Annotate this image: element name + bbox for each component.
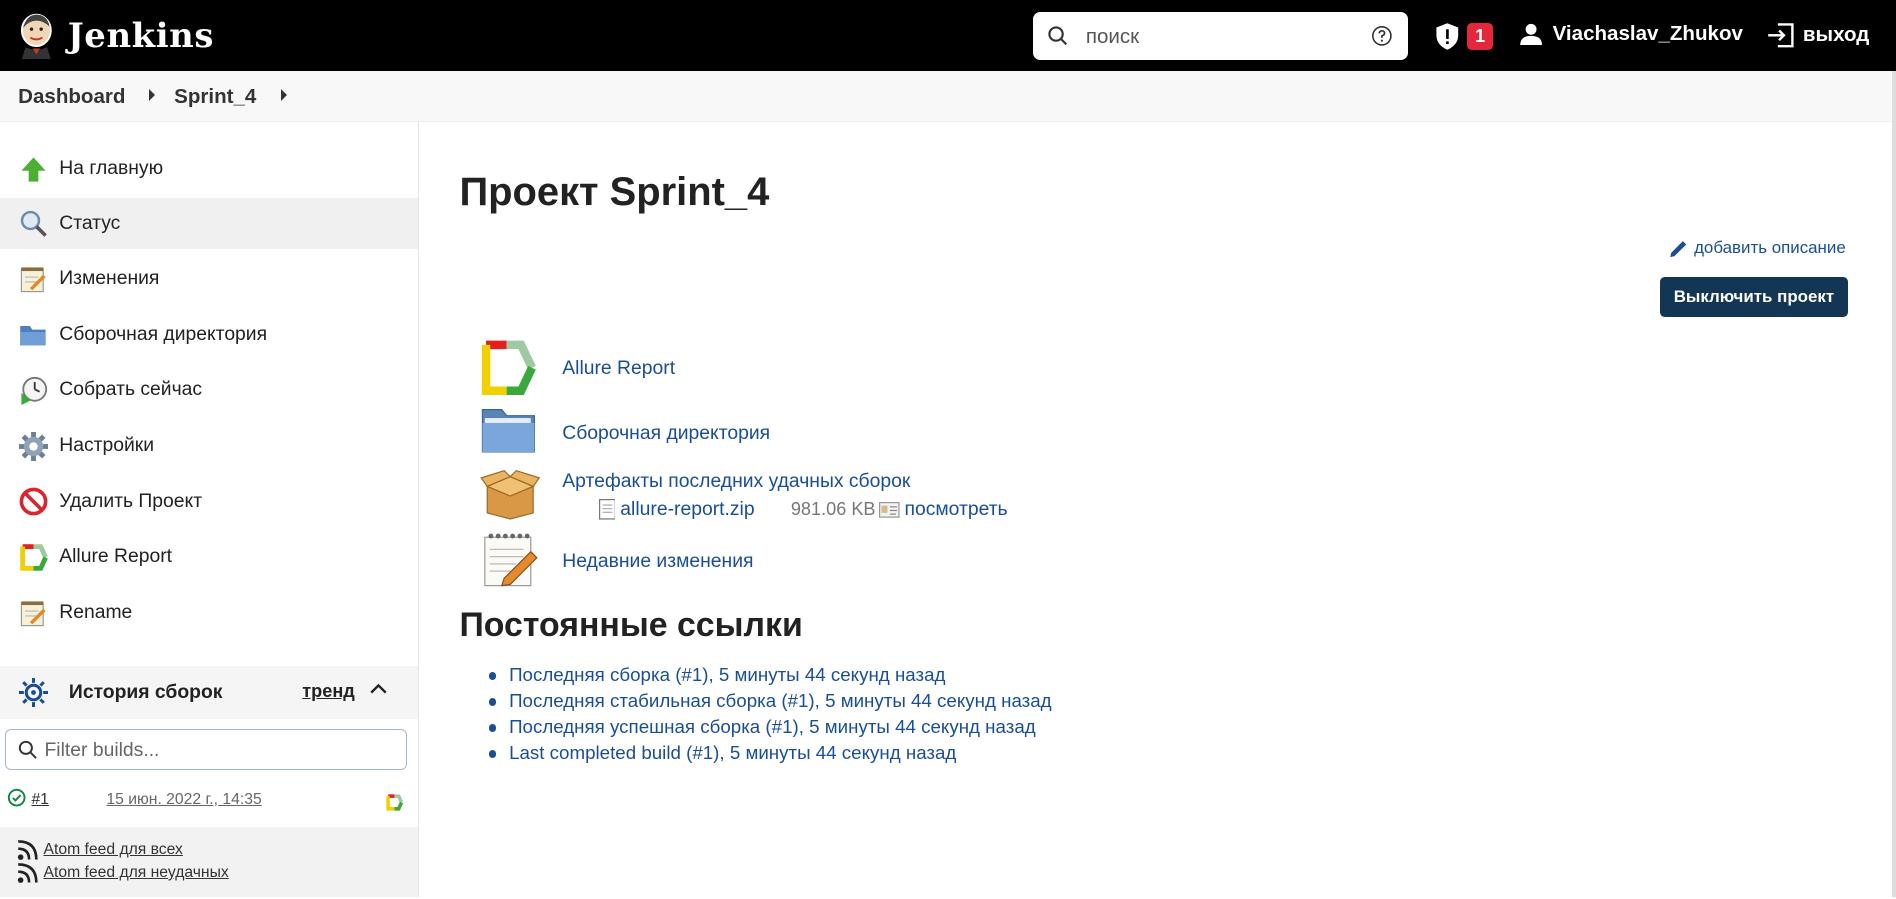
clock-build-icon — [21, 376, 48, 406]
success-check-icon — [8, 789, 26, 807]
recent-changes-link[interactable]: Недавние изменения — [562, 550, 753, 573]
filter-builds-box[interactable] — [4, 729, 408, 771]
build-history-title: История сборок — [68, 680, 223, 703]
atom-feed-failed[interactable]: Atom feed для неудачных — [17, 862, 229, 884]
sidebar-item-label: Rename — [59, 600, 133, 623]
top-header: Jenkins 1 Viachaslav_Zhu — [0, 0, 1896, 72]
folder-icon — [20, 326, 46, 346]
sidebar-item-build-now[interactable]: Собрать сейчас — [0, 365, 418, 416]
disable-project-button[interactable]: Выключить проект — [1660, 276, 1848, 317]
sidebar-item-status[interactable]: Статус — [0, 198, 419, 250]
permalink-last-build[interactable]: Последняя сборка (#1), 5 минуты 44 секун… — [488, 664, 1052, 690]
rss-icon — [17, 840, 38, 861]
allure-icon — [20, 544, 49, 571]
sidebar: На главную Статус Изменения Сборочная ди… — [0, 120, 420, 898]
permalink-last-successful[interactable]: Последняя успешная сборка (#1), 5 минуты… — [488, 716, 1052, 742]
sidebar-item-label: Удалить Проект — [59, 489, 203, 512]
security-shield-icon[interactable] — [1434, 22, 1461, 51]
chevron-up-icon[interactable] — [370, 683, 387, 695]
breadcrumb-dashboard[interactable]: Dashboard — [18, 85, 125, 109]
sidebar-item-label: Сборочная директория — [59, 322, 268, 345]
breadcrumb-chevron-icon[interactable] — [280, 89, 287, 102]
username[interactable]: Viachaslav_Zhukov — [1553, 22, 1743, 46]
sidebar-item-workspace[interactable]: Сборочная директория — [0, 310, 418, 361]
build-history-header: История сборок тренд — [0, 666, 419, 720]
artifact-view-link[interactable]: посмотреть — [905, 498, 1008, 521]
sidebar-item-changes[interactable]: Изменения — [0, 254, 418, 305]
sidebar-item-delete[interactable]: Удалить Проект — [0, 476, 418, 527]
breadcrumb-project[interactable]: Sprint_4 — [174, 85, 256, 109]
sidebar-item-home[interactable]: На главную — [0, 144, 418, 195]
search-input[interactable] — [1083, 21, 1355, 54]
jenkins-butler-icon — [20, 13, 52, 60]
gear-icon — [19, 431, 49, 461]
add-description-label[interactable]: добавить описание — [1694, 238, 1846, 258]
pencil-icon — [1669, 240, 1686, 257]
search-icon — [1048, 26, 1068, 46]
atom-feed-all-label[interactable]: Atom feed для всех — [44, 841, 183, 859]
trend-link[interactable]: тренд — [302, 681, 354, 702]
notepad-icon[interactable] — [480, 530, 538, 588]
build-row: #1 15 июн. 2022 г., 14:35 — [0, 782, 418, 826]
atom-feed-all[interactable]: Atom feed для всех — [17, 839, 183, 861]
sidebar-item-label: Изменения — [59, 267, 160, 290]
sidebar-item-label: Настройки — [59, 434, 155, 457]
file-icon — [598, 499, 616, 520]
artifact-entry: allure-report.zip 981.06 KB посмотреть — [598, 498, 1008, 521]
sidebar-item-label: На главную — [59, 157, 164, 180]
allure-icon[interactable] — [480, 340, 538, 396]
breadcrumb: Dashboard Sprint_4 — [0, 71, 1896, 122]
artifacts-link[interactable]: Артефакты последних удачных сборок — [562, 470, 910, 493]
help-icon[interactable] — [1371, 25, 1393, 47]
build-date-link[interactable]: 15 июн. 2022 г., 14:35 — [106, 791, 261, 809]
sidebar-item-label: Allure Report — [59, 545, 173, 568]
rss-icon — [17, 863, 38, 884]
logout-link[interactable]: выход — [1767, 22, 1869, 49]
search-icon — [18, 740, 37, 759]
permalink-last-completed[interactable]: Last completed build (#1), 5 минуты 44 с… — [488, 742, 1052, 768]
logout-label[interactable]: выход — [1803, 23, 1869, 47]
logout-icon — [1767, 22, 1794, 48]
atom-feed-failed-label[interactable]: Atom feed для неудачных — [44, 864, 229, 882]
filter-builds-input[interactable] — [42, 737, 398, 763]
build-history-icon — [19, 678, 49, 708]
arrow-up-icon — [21, 157, 46, 182]
search-icon — [21, 210, 48, 238]
user-menu[interactable]: Viachaslav_Zhukov — [1519, 22, 1743, 46]
artifact-file-size: 981.06 KB — [790, 499, 876, 520]
workspace-link[interactable]: Сборочная директория — [562, 422, 770, 445]
sidebar-item-settings[interactable]: Настройки — [0, 421, 418, 472]
build-number-link[interactable]: #1 — [31, 791, 48, 809]
allure-report-link[interactable]: Allure Report — [562, 357, 675, 380]
jenkins-logo[interactable]: Jenkins — [17, 11, 215, 60]
atom-feeds: Atom feed для всех Atom feed для неудачн… — [0, 827, 419, 898]
view-fingerprint-icon — [879, 501, 900, 518]
no-entry-icon — [19, 487, 48, 516]
artifact-file-link[interactable]: allure-report.zip — [620, 498, 754, 521]
add-description-link[interactable]: добавить описание — [1669, 238, 1846, 258]
permalinks-list: Последняя сборка (#1), 5 минуты 44 секун… — [488, 664, 1052, 768]
sidebar-item-rename[interactable]: Rename — [0, 588, 418, 639]
notepad-icon — [21, 267, 46, 292]
breadcrumb-chevron-icon[interactable] — [148, 89, 155, 102]
user-icon — [1519, 23, 1542, 45]
notepad-icon — [21, 600, 46, 626]
package-icon[interactable] — [480, 467, 541, 520]
security-count-badge[interactable]: 1 — [1466, 22, 1494, 50]
folder-icon[interactable] — [480, 406, 538, 454]
sidebar-item-label: Статус — [59, 211, 121, 234]
sidebar-item-allure[interactable]: Allure Report — [0, 532, 418, 583]
brand-name: Jenkins — [67, 15, 215, 56]
page-scrollbar[interactable] — [1892, 71, 1896, 898]
allure-icon[interactable] — [386, 794, 403, 811]
page-title: Проект Sprint_4 — [459, 170, 770, 215]
permalinks-title: Постоянные ссылки — [459, 605, 803, 644]
search-box[interactable] — [1032, 12, 1408, 61]
sidebar-item-label: Собрать сейчас — [59, 378, 203, 401]
permalink-last-stable[interactable]: Последняя стабильная сборка (#1), 5 мину… — [488, 690, 1052, 716]
